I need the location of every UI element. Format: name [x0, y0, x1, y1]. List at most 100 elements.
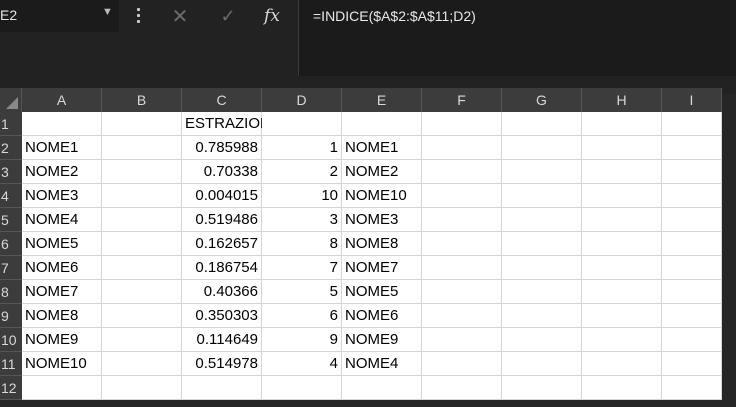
cell-i5[interactable]	[662, 208, 722, 232]
cell-g10[interactable]	[502, 328, 582, 352]
cell-i7[interactable]	[662, 256, 722, 280]
column-header-i[interactable]: I	[662, 88, 722, 112]
cell-c10[interactable]: 0.114649	[182, 328, 262, 352]
cell-i8[interactable]	[662, 280, 722, 304]
cell-f11[interactable]	[422, 352, 502, 376]
row-header-2[interactable]: 2	[0, 136, 22, 160]
row-header-9[interactable]: 9	[0, 304, 22, 328]
row-header-5[interactable]: 5	[0, 208, 22, 232]
cell-b10[interactable]	[102, 328, 182, 352]
cell-h4[interactable]	[582, 184, 662, 208]
cell-c6[interactable]: 0.162657	[182, 232, 262, 256]
cell-d12[interactable]	[262, 376, 342, 400]
cell-e11[interactable]: NOME4	[342, 352, 422, 376]
cell-g3[interactable]	[502, 160, 582, 184]
cell-e2[interactable]: NOME1	[342, 136, 422, 160]
cell-d4[interactable]: 10	[262, 184, 342, 208]
cell-c1[interactable]: ESTRAZIONE 1	[182, 112, 293, 136]
cell-g12[interactable]	[502, 376, 582, 400]
cell-e5[interactable]: NOME3	[342, 208, 422, 232]
column-header-c[interactable]: C	[182, 88, 262, 112]
x-icon[interactable]: ✕	[165, 0, 195, 32]
name-box[interactable]: E2 ▼	[0, 0, 119, 32]
cell-a12[interactable]	[22, 376, 102, 400]
cell-d1[interactable]	[262, 112, 342, 136]
row-header-11[interactable]: 11	[0, 352, 22, 376]
fx-icon[interactable]: fx	[257, 0, 287, 32]
column-header-g[interactable]: G	[502, 88, 582, 112]
cell-d5[interactable]: 3	[262, 208, 342, 232]
cell-h8[interactable]	[582, 280, 662, 304]
cell-i4[interactable]	[662, 184, 722, 208]
cell-i10[interactable]	[662, 328, 722, 352]
column-header-e[interactable]: E	[342, 88, 422, 112]
cell-a1[interactable]	[22, 112, 102, 136]
row-header-1[interactable]: 1	[0, 112, 22, 136]
cell-g8[interactable]	[502, 280, 582, 304]
cell-h3[interactable]	[582, 160, 662, 184]
cell-a2[interactable]: NOME1	[22, 136, 102, 160]
cell-g5[interactable]	[502, 208, 582, 232]
cell-a9[interactable]: NOME8	[22, 304, 102, 328]
cell-d7[interactable]: 7	[262, 256, 342, 280]
cell-h5[interactable]	[582, 208, 662, 232]
cell-f7[interactable]	[422, 256, 502, 280]
row-header-12[interactable]: 12	[0, 376, 22, 400]
cell-b12[interactable]	[102, 376, 182, 400]
cell-c5[interactable]: 0.519486	[182, 208, 262, 232]
cell-i12[interactable]	[662, 376, 722, 400]
cell-a11[interactable]: NOME10	[22, 352, 102, 376]
cell-f1[interactable]	[422, 112, 502, 136]
row-header-3[interactable]: 3	[0, 160, 22, 184]
cell-e9[interactable]: NOME6	[342, 304, 422, 328]
cell-d10[interactable]: 9	[262, 328, 342, 352]
row-header-4[interactable]: 4	[0, 184, 22, 208]
cell-f2[interactable]	[422, 136, 502, 160]
cell-g7[interactable]	[502, 256, 582, 280]
formula-input[interactable]: =INDICE($A$2:$A$11;D2)	[298, 0, 736, 76]
cell-h9[interactable]	[582, 304, 662, 328]
cell-c9[interactable]: 0.350303	[182, 304, 262, 328]
cell-a4[interactable]: NOME3	[22, 184, 102, 208]
cell-g2[interactable]	[502, 136, 582, 160]
cell-d11[interactable]: 4	[262, 352, 342, 376]
cell-d8[interactable]: 5	[262, 280, 342, 304]
cell-c2[interactable]: 0.785988	[182, 136, 262, 160]
cell-a3[interactable]: NOME2	[22, 160, 102, 184]
cell-c4[interactable]: 0.004015	[182, 184, 262, 208]
cell-i11[interactable]	[662, 352, 722, 376]
cell-a5[interactable]: NOME4	[22, 208, 102, 232]
cell-b11[interactable]	[102, 352, 182, 376]
cell-d6[interactable]: 8	[262, 232, 342, 256]
cell-b6[interactable]	[102, 232, 182, 256]
cell-b3[interactable]	[102, 160, 182, 184]
cell-f9[interactable]	[422, 304, 502, 328]
cell-g9[interactable]	[502, 304, 582, 328]
cell-f12[interactable]	[422, 376, 502, 400]
cell-b4[interactable]	[102, 184, 182, 208]
cell-f6[interactable]	[422, 232, 502, 256]
chevron-down-icon[interactable]: ▼	[102, 6, 113, 18]
cell-a8[interactable]: NOME7	[22, 280, 102, 304]
column-header-d[interactable]: D	[262, 88, 342, 112]
cell-g4[interactable]	[502, 184, 582, 208]
check-icon[interactable]: ✓	[213, 0, 243, 32]
cell-g11[interactable]	[502, 352, 582, 376]
cell-e7[interactable]: NOME7	[342, 256, 422, 280]
cell-h10[interactable]	[582, 328, 662, 352]
cell-e8[interactable]: NOME5	[342, 280, 422, 304]
column-header-a[interactable]: A	[22, 88, 102, 112]
cell-h1[interactable]	[582, 112, 662, 136]
cell-c11[interactable]: 0.514978	[182, 352, 262, 376]
row-header-7[interactable]: 7	[0, 256, 22, 280]
cell-g1[interactable]	[502, 112, 582, 136]
cell-d3[interactable]: 2	[262, 160, 342, 184]
cell-i9[interactable]	[662, 304, 722, 328]
cell-d2[interactable]: 1	[262, 136, 342, 160]
cell-c12[interactable]	[182, 376, 262, 400]
cell-e4[interactable]: NOME10	[342, 184, 422, 208]
cell-a10[interactable]: NOME9	[22, 328, 102, 352]
cell-b8[interactable]	[102, 280, 182, 304]
cell-f3[interactable]	[422, 160, 502, 184]
cell-e6[interactable]: NOME8	[342, 232, 422, 256]
